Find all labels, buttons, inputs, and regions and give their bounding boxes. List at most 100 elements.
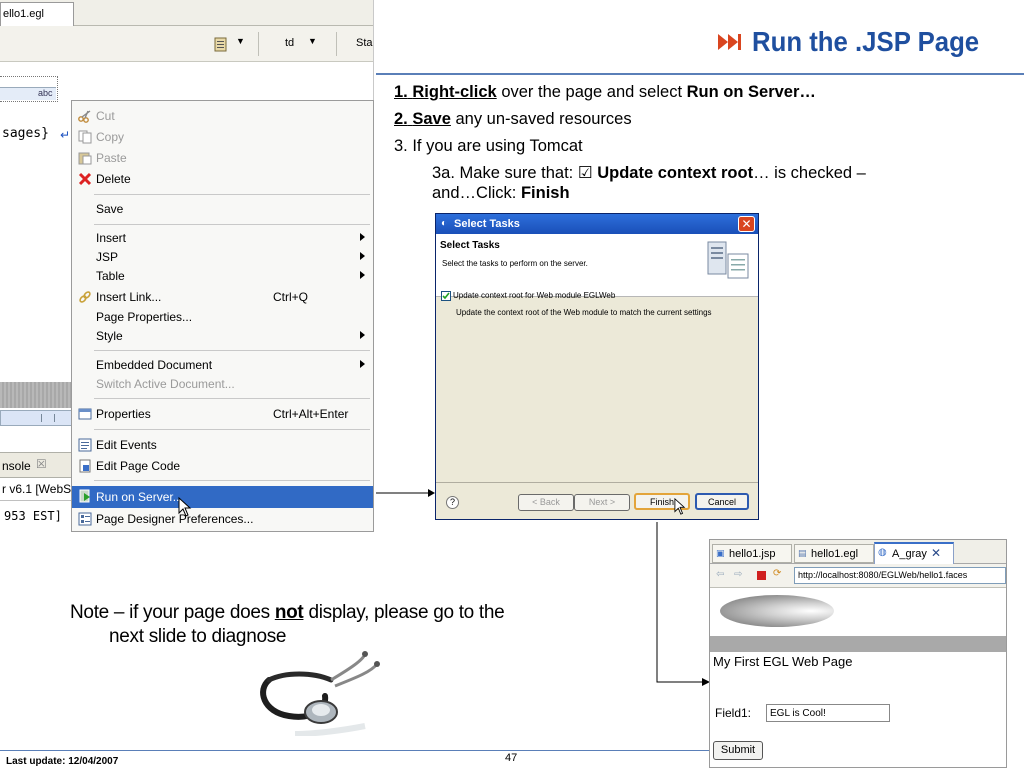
slide-title-text: Run the .JSP Page — [752, 26, 980, 57]
step-1-number: 1. — [394, 83, 408, 101]
step-3a-prefix: 3a. Make sure that: ☑ — [432, 164, 593, 182]
menu-item-switch-active-document[interactable]: Switch Active Document... — [72, 374, 373, 394]
footer-page-number: 47 — [505, 752, 518, 764]
step-3a-option: Update context root — [597, 164, 754, 182]
menu-item-page-properties[interactable]: Page Properties... — [72, 307, 373, 327]
back-arrow-icon[interactable]: ⇦ — [716, 569, 724, 580]
chevron-down-icon[interactable]: ▼ — [236, 36, 245, 46]
tab-hello1-jsp[interactable]: ▣ hello1.jsp — [712, 544, 792, 563]
context-menu: Cut Copy Paste Delete Save Insert JSP Ta… — [71, 100, 374, 532]
browser-address-bar: ⇦ ⇨ ⟳ http://localhost:8080/EGLWeb/hello… — [710, 564, 1006, 588]
menu-separator — [94, 194, 370, 195]
select-tasks-dialog: ◐ Select Tasks ✕ Select Tasks Select the… — [435, 213, 759, 520]
eclipse-icon: ◐ — [441, 218, 448, 229]
menu-item-jsp[interactable]: JSP — [72, 247, 373, 267]
editor-file-tab[interactable]: ello1.egl — [0, 2, 74, 26]
field1-input[interactable]: EGL is Cool! — [766, 704, 890, 722]
menu-item-save[interactable]: Save — [72, 199, 373, 219]
toolbar-divider — [336, 32, 337, 56]
checkmark-icon — [442, 292, 450, 300]
update-context-root-checkbox[interactable] — [441, 291, 451, 301]
menu-separator — [94, 398, 370, 399]
page-heading: My First EGL Web Page — [713, 654, 853, 669]
menu-item-properties[interactable]: Properties Ctrl+Alt+Enter — [72, 404, 373, 424]
editor-tab-bar: ello1.egl — [0, 0, 373, 26]
cancel-button[interactable]: Cancel — [695, 493, 749, 510]
step-2: 2. Save any un-saved resources — [394, 109, 632, 129]
design-input-field[interactable]: abc — [0, 76, 58, 102]
toolbar-divider — [258, 32, 259, 56]
shortcut-label: Ctrl+Q — [273, 290, 309, 304]
server-tasks-icon — [707, 241, 749, 279]
menu-item-cut[interactable]: Cut — [72, 106, 373, 126]
menu-item-run-on-server[interactable]: Run on Server... — [72, 486, 373, 508]
footer-divider — [0, 750, 709, 751]
submit-button[interactable]: Submit — [713, 741, 763, 760]
menu-item-insert[interactable]: Insert — [72, 228, 373, 248]
preferences-icon — [78, 512, 92, 526]
next-button[interactable]: Next > — [574, 494, 630, 511]
step-1-target: Run on Server… — [686, 83, 816, 101]
note-line-2: next slide to diagnose — [109, 626, 287, 647]
ruler-strip — [0, 382, 72, 408]
step-3a-suffix: … is checked – — [753, 164, 866, 182]
dialog-header: Select Tasks Select the tasks to perform… — [436, 234, 758, 297]
slide-title: Run the .JSP Page — [716, 22, 999, 62]
menu-separator — [94, 350, 370, 351]
dialog-close-button[interactable]: ✕ — [738, 216, 755, 232]
step-2-action: Save — [412, 110, 451, 128]
console-tab[interactable]: nsole ☒ — [0, 452, 72, 478]
connector-arrow — [656, 522, 710, 686]
horizontal-scrollbar[interactable] — [0, 410, 72, 426]
tab-a-gray[interactable]: ◍ A_gray ✕ — [874, 542, 954, 564]
step-3a-finish: Finish — [520, 184, 570, 202]
menu-item-copy[interactable]: Copy — [72, 127, 373, 147]
stop-icon[interactable] — [757, 571, 766, 580]
events-icon — [78, 438, 92, 452]
url-input[interactable]: http://localhost:8080/EGLWeb/hello1.face… — [794, 567, 1006, 584]
menu-item-delete[interactable]: Delete — [72, 169, 373, 189]
menu-item-edit-page-code[interactable]: Edit Page Code — [72, 456, 373, 476]
dialog-titlebar[interactable]: ◐ Select Tasks ✕ — [436, 214, 758, 234]
refresh-icon[interactable]: ⟳ — [773, 568, 781, 579]
toolbar-td-select[interactable]: td — [285, 37, 294, 49]
mouse-pointer-icon — [674, 498, 686, 515]
menu-item-style[interactable]: Style — [72, 326, 373, 346]
step-2-number: 2. — [394, 110, 408, 128]
console-server-line: r v6.1 [WebS — [2, 482, 72, 496]
note-emphasis: not — [274, 602, 304, 623]
dialog-heading: Select Tasks — [440, 240, 500, 251]
menu-separator — [94, 429, 370, 430]
clipboard-icon[interactable] — [214, 36, 228, 52]
step-3: 3. If you are using Tomcat — [394, 137, 583, 155]
chevron-down-icon[interactable]: ▼ — [308, 36, 317, 46]
dialog-title: Select Tasks — [454, 218, 520, 230]
menu-item-insert-link[interactable]: Insert Link... Ctrl+Q — [72, 287, 373, 307]
toolbar-style-label: Sta — [356, 37, 373, 49]
properties-icon — [78, 408, 92, 420]
menu-item-page-designer-preferences[interactable]: Page Designer Preferences... — [72, 509, 373, 529]
forward-arrow-icon[interactable]: ⇨ — [734, 569, 742, 580]
browser-preview: ▣ hello1.jsp ▤ hello1.egl ◍ A_gray ✕ ⇦ ⇨… — [709, 539, 1007, 768]
submenu-arrow-icon — [360, 331, 365, 339]
help-button[interactable]: ? — [446, 496, 459, 509]
checkbox-label[interactable]: Update context root for Web module EGLWe… — [453, 291, 615, 300]
close-icon[interactable]: ✕ — [931, 546, 941, 560]
submenu-arrow-icon — [360, 252, 365, 260]
menu-item-embedded-document[interactable]: Embedded Document — [72, 355, 373, 375]
mouse-pointer-icon — [178, 497, 192, 517]
close-icon[interactable]: ☒ — [36, 457, 47, 471]
title-divider — [376, 73, 1024, 75]
menu-item-table[interactable]: Table — [72, 266, 373, 286]
copy-icon — [78, 130, 92, 144]
step-1-text: over the page and select — [501, 83, 683, 101]
menu-item-paste[interactable]: Paste — [72, 148, 373, 168]
tab-hello1-egl[interactable]: ▤ hello1.egl — [794, 544, 874, 563]
menu-item-edit-events[interactable]: Edit Events — [72, 435, 373, 455]
code-fragment: sages} — [2, 126, 49, 141]
back-button[interactable]: < Back — [518, 494, 574, 511]
egl-file-icon: ▤ — [798, 548, 807, 558]
run-server-icon — [79, 489, 90, 503]
editor-toolbar: ▼ td ▼ Sta — [0, 26, 373, 62]
java-file-icon — [79, 459, 91, 473]
